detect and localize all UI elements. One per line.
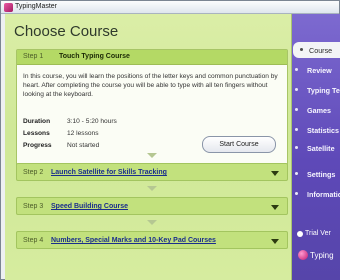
course-description: In this course, you will learn the posit… — [23, 73, 278, 98]
progress-value: Not started — [67, 142, 100, 149]
bullet-icon — [300, 48, 303, 51]
brand-label: Typing — [310, 251, 334, 260]
expand-arrow-icon[interactable] — [271, 205, 279, 210]
trial-version-label: Trial Ver — [305, 230, 331, 237]
bullet-icon — [295, 88, 298, 91]
bullet-icon — [295, 128, 298, 131]
step-4-number: Step 4 — [23, 237, 44, 244]
step-1-panel: Step 1 Touch Typing Course In this cours… — [16, 49, 288, 169]
bullet-icon — [295, 68, 298, 71]
step-2-link[interactable]: Launch Satellite for Skills Tracking — [51, 169, 167, 176]
app-window: TypingMaster Choose Course Step 1 Touch … — [0, 0, 340, 280]
sidebar-item-label: Typing Te — [307, 86, 340, 95]
expand-arrow-icon[interactable] — [271, 171, 279, 176]
person-icon — [297, 231, 303, 237]
page-title: Choose Course — [14, 23, 119, 40]
step-4-bar[interactable]: Step 4 Numbers, Special Marks and 10-Key… — [16, 231, 288, 249]
sidebar-item-statistics[interactable]: Statistics — [292, 122, 340, 138]
bullet-icon — [295, 192, 298, 195]
sidebar-item-review[interactable]: Review — [292, 62, 340, 78]
sidebar-item-course[interactable]: Course — [293, 42, 340, 58]
sidebar-item-label: Statistics — [307, 126, 339, 135]
sidebar-item-label: Games — [307, 106, 331, 115]
step-1-title: Touch Typing Course — [59, 53, 130, 60]
sidebar-item-satellite[interactable]: Satellite — [292, 140, 340, 156]
bullet-icon — [295, 146, 298, 149]
chevron-down-icon — [147, 220, 157, 225]
step-1-number: Step 1 — [23, 53, 44, 60]
bullet-icon — [295, 108, 298, 111]
sidebar-item-label: Satellite — [307, 144, 335, 153]
sidebar-item-label: Informatio — [307, 190, 340, 199]
duration-value: 3:10 - 5:20 hours — [67, 118, 117, 125]
duration-label: Duration — [23, 118, 51, 125]
step-3-link[interactable]: Speed Building Course — [51, 203, 128, 210]
sidebar-item-label: Review — [307, 66, 332, 75]
step-3-bar[interactable]: Step 3 Speed Building Course — [16, 197, 288, 215]
progress-label: Progress — [23, 142, 52, 149]
title-bar: TypingMaster — [1, 1, 339, 14]
step-2-bar[interactable]: Step 2 Launch Satellite for Skills Track… — [16, 163, 288, 181]
sidebar-item-games[interactable]: Games — [292, 102, 340, 118]
typingmaster-logo-icon — [298, 250, 308, 260]
step-1-header: Step 1 Touch Typing Course — [17, 50, 287, 65]
step-3-number: Step 3 — [23, 203, 44, 210]
chevron-down-icon — [147, 153, 157, 158]
window-title: TypingMaster — [15, 3, 58, 10]
lessons-value: 12 lessons — [67, 130, 99, 137]
step-2-number: Step 2 — [23, 169, 44, 176]
step-4-link[interactable]: Numbers, Special Marks and 10-Key Pad Co… — [51, 237, 216, 244]
sidebar-item-information[interactable]: Informatio — [292, 186, 340, 202]
sidebar-item-label: Course — [309, 46, 333, 55]
sidebar-item-typing-test[interactable]: Typing Te — [292, 82, 340, 98]
chevron-down-icon — [147, 186, 157, 191]
start-course-button[interactable]: Start Course — [202, 136, 276, 153]
typingmaster-logo-icon — [4, 3, 13, 12]
bullet-icon — [295, 172, 298, 175]
lessons-label: Lessons — [23, 130, 50, 137]
sidebar-nav: Course Review Typing Te Games Statistics… — [292, 14, 340, 280]
sidebar-item-settings[interactable]: Settings — [292, 166, 340, 182]
main-panel: Choose Course Step 1 Touch Typing Course… — [5, 14, 292, 280]
sidebar-item-label: Settings — [307, 170, 336, 179]
expand-arrow-icon[interactable] — [271, 239, 279, 244]
